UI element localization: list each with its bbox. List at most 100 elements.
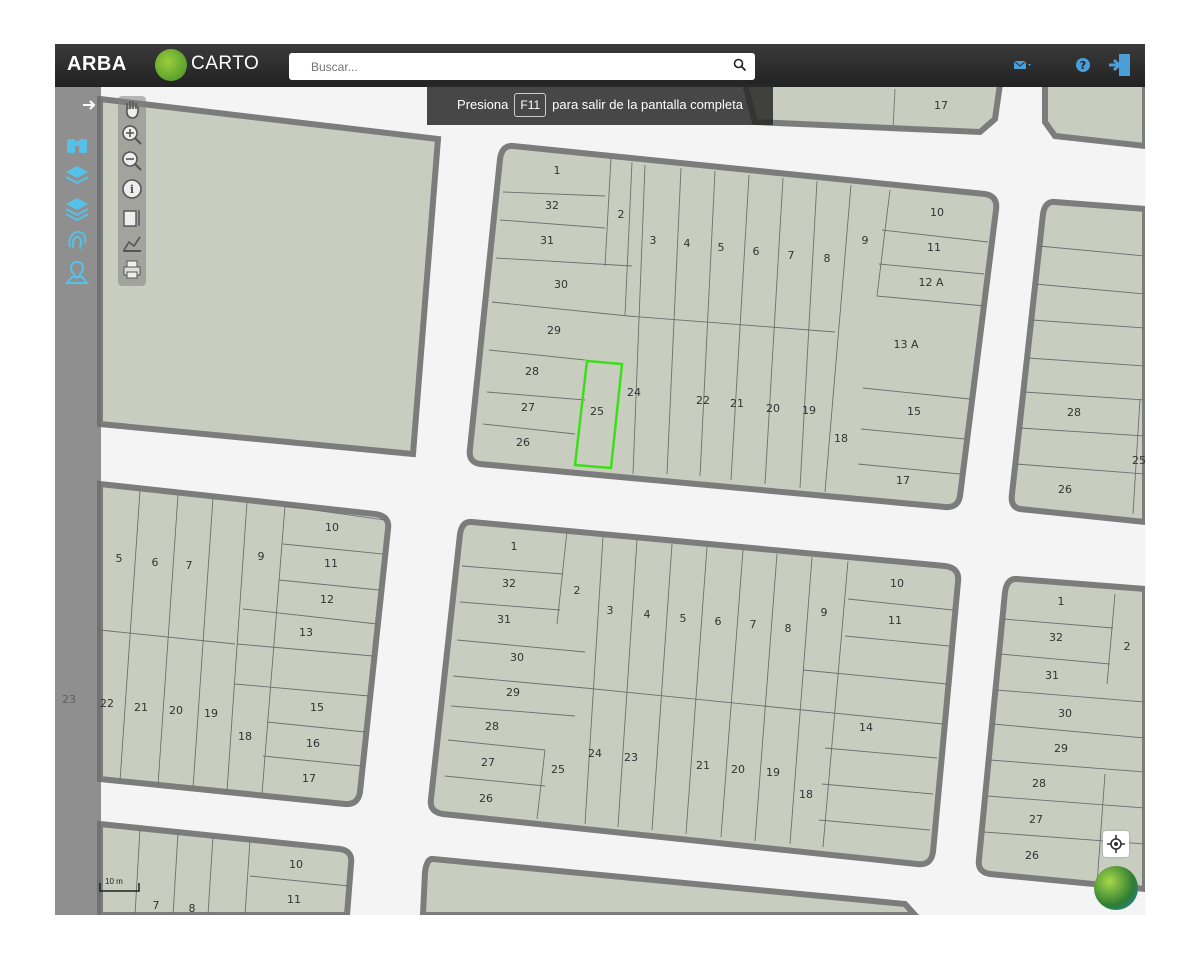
map-tools: i <box>118 96 146 286</box>
parcel-label: 20 <box>731 763 745 776</box>
info-icon[interactable]: i <box>121 178 143 200</box>
parcel-label: 28 <box>485 720 499 733</box>
parcel-label: 18 <box>799 788 813 801</box>
parcel-label: 24 <box>588 747 602 760</box>
scale-label: 10 m <box>105 877 123 886</box>
parcel-label: 19 <box>766 766 780 779</box>
parcel-label: 1 <box>511 540 518 553</box>
parcel-label: 10 <box>890 577 904 590</box>
binoculars-icon[interactable] <box>64 131 90 157</box>
parcel-label: 11 <box>324 557 338 570</box>
layers-alt-icon[interactable] <box>64 195 90 221</box>
parcel-label: 9 <box>258 550 265 563</box>
parcel-label: 1 <box>1058 595 1065 608</box>
parcel-label: 2 <box>618 208 625 221</box>
fullscreen-notice-pre: Presiona <box>457 97 509 112</box>
parcel-label: 26 <box>1025 849 1039 862</box>
parcel-label: 20 <box>766 402 780 415</box>
search-box <box>289 53 755 80</box>
parcel-label: 6 <box>753 245 760 258</box>
parcel-label: 22 <box>696 394 710 407</box>
parcel-label: 10 <box>289 858 303 871</box>
app-window: ARBA CARTO ? Presiona F11 para salir de … <box>55 44 1145 915</box>
search-icon[interactable] <box>733 58 747 72</box>
parcel-label: 15 <box>310 701 324 714</box>
parcel-label: 27 <box>1029 813 1043 826</box>
parcel-label: 32 <box>502 577 516 590</box>
parcel-label: 28 <box>1032 777 1046 790</box>
parcel-map[interactable]: 17 1 32 2 31 3 4 5 6 7 8 9 10 11 12 A 30… <box>55 87 1145 915</box>
parcel-label: 7 <box>788 249 795 262</box>
parcel-label: 10 <box>325 521 339 534</box>
parcel-label: 3 <box>650 234 657 247</box>
parcel-label: 19 <box>802 404 816 417</box>
parcel-label: 32 <box>1049 631 1063 644</box>
parcel-label: 2 <box>1124 640 1131 653</box>
parcel-label: 29 <box>1054 742 1068 755</box>
parcel-label: 17 <box>302 772 316 785</box>
parcel-label: 7 <box>186 559 193 572</box>
carto-globe-icon <box>155 49 187 81</box>
locate-button[interactable] <box>1103 831 1129 857</box>
parcel-label: 17 <box>896 474 910 487</box>
parcel-label: 26 <box>479 792 493 805</box>
parcel-label: 9 <box>862 234 869 247</box>
parcel-label: 3 <box>607 604 614 617</box>
parcel-label: 1 <box>554 164 561 177</box>
layers-icon[interactable] <box>64 163 90 189</box>
parcel-label: 31 <box>497 613 511 626</box>
parcel-label: 26 <box>1058 483 1072 496</box>
arrow-right-icon[interactable] <box>81 97 97 113</box>
measure-icon[interactable] <box>121 206 143 228</box>
arba-logo[interactable]: ARBA <box>67 53 127 76</box>
parcel-label: 11 <box>287 893 301 906</box>
parcel-label: 30 <box>554 278 568 291</box>
zoom-in-icon[interactable] <box>121 124 143 146</box>
parcel-label: 27 <box>521 401 535 414</box>
zoom-out-icon[interactable] <box>121 150 143 172</box>
parcel-label: 18 <box>238 730 252 743</box>
map-scale: 10 m <box>99 877 141 895</box>
parcel-label: 18 <box>834 432 848 445</box>
parcel-label: 30 <box>510 651 524 664</box>
svg-text:i: i <box>130 183 134 196</box>
search-input[interactable] <box>289 53 733 80</box>
parcel-label: 27 <box>481 756 495 769</box>
mail-icon[interactable] <box>1013 55 1033 75</box>
parcel-label: 19 <box>204 707 218 720</box>
print-icon[interactable] <box>121 258 143 280</box>
parcel-label: 25 <box>551 763 565 776</box>
f11-key: F11 <box>514 92 547 117</box>
parcel-label: 25 <box>590 405 604 418</box>
parcel-label: 8 <box>785 622 792 635</box>
crosshair-icon <box>1107 835 1125 853</box>
parcel-label: 6 <box>715 615 722 628</box>
hand-icon[interactable] <box>121 98 143 120</box>
parcel-label: 32 <box>545 199 559 212</box>
parcel-label: 8 <box>189 902 196 915</box>
parcel-label: 4 <box>644 608 651 621</box>
parcel-label: 29 <box>506 686 520 699</box>
profile-icon[interactable] <box>121 232 143 254</box>
parcel-label: 12 A <box>918 276 943 289</box>
globe-icon[interactable] <box>1094 866 1138 910</box>
parcel-label: 16 <box>306 737 320 750</box>
parcel-label: 5 <box>718 241 725 254</box>
logout-icon[interactable] <box>1107 52 1133 78</box>
svg-text:?: ? <box>1080 59 1086 72</box>
map-pin-icon[interactable] <box>64 259 90 285</box>
parcel-label: 9 <box>821 606 828 619</box>
fingerprint-icon[interactable] <box>64 227 90 253</box>
parcel-label: 21 <box>730 397 744 410</box>
parcel-label: 24 <box>627 386 641 399</box>
parcel-label: 8 <box>824 252 831 265</box>
parcel-label: 11 <box>927 241 941 254</box>
parcel-label: 11 <box>888 614 902 627</box>
parcel-label: 29 <box>547 324 561 337</box>
fullscreen-notice: Presiona F11 para salir de la pantalla c… <box>427 84 773 125</box>
fullscreen-notice-post: para salir de la pantalla completa <box>552 97 743 112</box>
parcel-label: 6 <box>152 556 159 569</box>
help-icon[interactable]: ? <box>1073 55 1093 75</box>
parcel-label: 17 <box>934 99 948 112</box>
parcel-label: 31 <box>540 234 554 247</box>
